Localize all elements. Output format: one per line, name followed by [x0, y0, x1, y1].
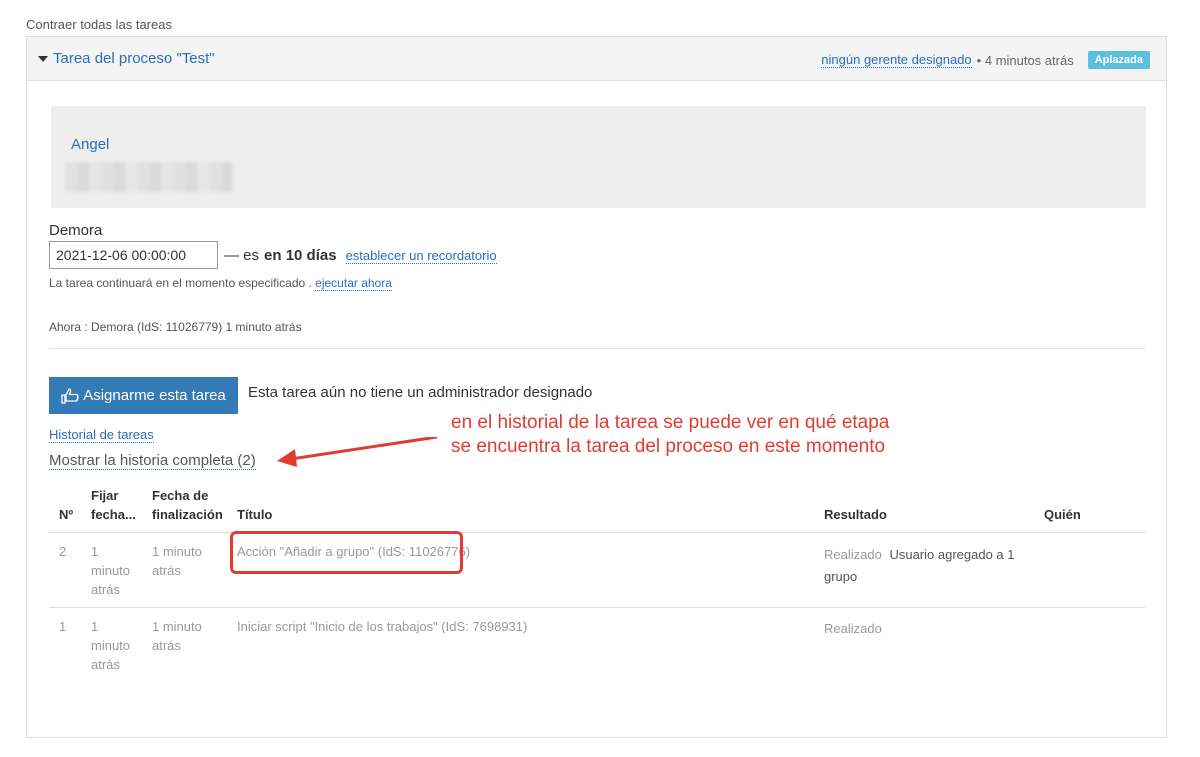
row-1-num: 1	[59, 619, 67, 634]
show-full-history-link[interactable]: Mostrar la historia completa (2)	[49, 452, 256, 470]
delay-in-days: en 10 días	[264, 247, 337, 264]
contact-card: Angel	[51, 106, 1146, 208]
row-2-end: 1 minuto atrás	[152, 544, 202, 578]
row-2-result-detail: Usuario agregado a 1	[889, 547, 1015, 562]
task-title-toggle[interactable]: Tarea del proceso "Test"	[38, 50, 215, 67]
row-2-result-status: Realizado	[824, 547, 882, 562]
row-2-num: 2	[59, 544, 67, 559]
task-meta: ningún gerente designado • 4 minutos atr…	[821, 51, 1150, 69]
task-history-link[interactable]: Historial de tareas	[49, 427, 154, 443]
col-header-num: Nº	[59, 507, 74, 522]
task-panel: Tarea del proceso "Test" ningún gerente …	[26, 36, 1167, 738]
task-time-ago: • 4 minutos atrás	[976, 52, 1074, 68]
annotation-highlight-box	[230, 531, 463, 574]
divider	[49, 348, 1145, 349]
delay-label: Demora	[49, 222, 103, 239]
task-panel-header: Tarea del proceso "Test" ningún gerente …	[27, 37, 1166, 81]
row-1-title: Iniciar script "Inicio de los trabajos" …	[237, 619, 528, 634]
contact-name-link[interactable]: Angel	[71, 136, 109, 153]
table-header-line	[49, 532, 1145, 533]
redacted-contact-info	[65, 162, 233, 192]
table-row-line	[49, 607, 1145, 608]
delay-date-input[interactable]	[49, 241, 218, 269]
annotation-line-1: en el historial de la tarea se puede ver…	[451, 412, 890, 433]
current-stage-text: Ahora : Demora (IdS: 11026779) 1 minuto …	[49, 320, 302, 334]
no-manager-note: Esta tarea aún no tiene un administrador…	[248, 384, 593, 401]
col-header-end: Fecha de finalización	[152, 488, 223, 522]
delay-summary: — es en 10 días establecer un recordator…	[224, 247, 497, 264]
status-badge: Aplazada	[1087, 51, 1150, 69]
caret-down-icon	[38, 55, 48, 62]
col-header-title: Título	[237, 507, 273, 522]
continue-text: La tarea continuará en el momento especi…	[49, 276, 312, 290]
row-2-result-detail-2: grupo	[824, 569, 858, 584]
row-1-result-status: Realizado	[824, 621, 882, 636]
row-1-end: 1 minuto atrás	[152, 619, 202, 653]
delay-prefix: — es	[224, 247, 260, 264]
row-2-fixed: 1 minuto atrás	[91, 544, 131, 597]
col-header-who: Quién	[1044, 507, 1081, 522]
col-header-result: Resultado	[824, 507, 887, 522]
hand-pointer-icon	[61, 387, 79, 404]
manager-link[interactable]: ningún gerente designado	[821, 52, 972, 68]
annotation-text: en el historial de la tarea se puede ver…	[451, 411, 889, 459]
row-1-fixed: 1 minuto atrás	[91, 619, 131, 672]
assign-to-me-button[interactable]: Asignarme esta tarea	[49, 377, 238, 414]
execute-now-link[interactable]: ejecutar ahora	[315, 276, 392, 291]
col-header-fixed: Fijar fecha...	[91, 488, 136, 522]
annotation-arrow-icon	[277, 437, 438, 467]
set-reminder-link[interactable]: establecer un recordatorio	[345, 248, 497, 264]
annotation-line-2: se encuentra la tarea del proceso en est…	[451, 436, 886, 457]
collapse-all-link[interactable]: Contraer todas las tareas	[26, 17, 172, 32]
task-title: Tarea del proceso "Test"	[53, 50, 215, 67]
continue-note: La tarea continuará en el momento especi…	[49, 276, 392, 291]
assign-button-label: Asignarme esta tarea	[83, 387, 226, 404]
row-2-result: Realizado Usuario agregado a 1 grupo	[824, 544, 1024, 588]
